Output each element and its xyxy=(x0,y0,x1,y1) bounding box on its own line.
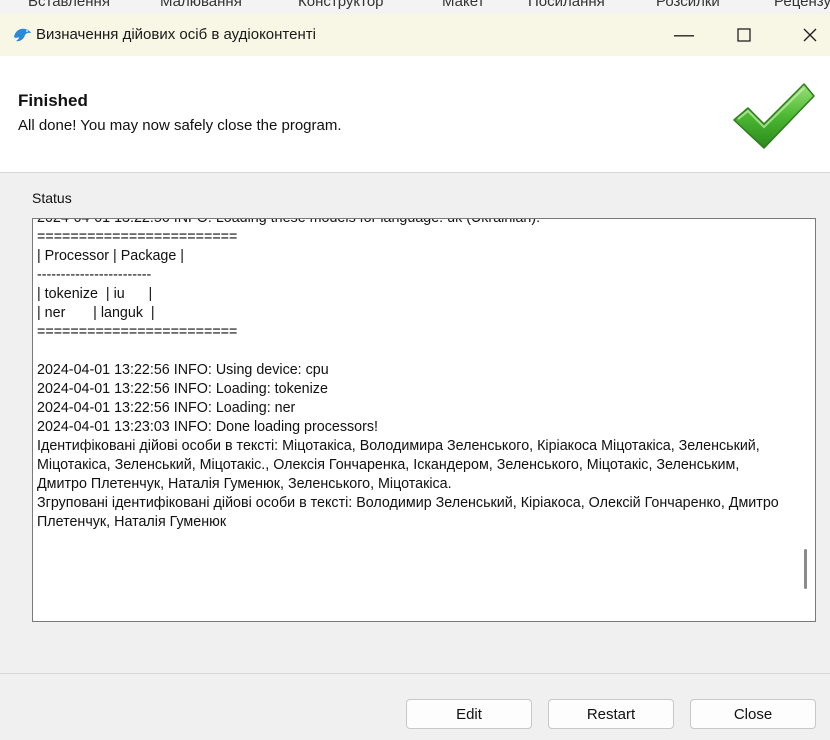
title-bar[interactable]: Визначення дійових осіб в аудіоконтенті … xyxy=(0,14,830,56)
edit-button[interactable]: Edit xyxy=(406,699,532,729)
close-button[interactable]: Close xyxy=(690,699,816,729)
scroll-thumb[interactable] xyxy=(804,549,807,589)
log-scrollbar[interactable] xyxy=(795,219,815,621)
ribbon-tab: Вставлення xyxy=(28,0,110,10)
status-label: Status xyxy=(32,190,72,206)
close-window-button[interactable] xyxy=(778,14,830,56)
minimize-button[interactable]: — xyxy=(652,14,716,56)
maximize-icon xyxy=(737,28,751,42)
green-checkmark-icon xyxy=(733,83,815,149)
header-panel: Finished All done! You may now safely cl… xyxy=(0,56,830,173)
status-log-box[interactable]: 2024-04-01 13:22:56 INFO: Loading these … xyxy=(32,218,816,622)
ribbon-tab: Конструктор xyxy=(298,0,384,10)
maximize-button[interactable] xyxy=(712,14,776,56)
window-title: Визначення дійових осіб в аудіоконтенті xyxy=(36,26,316,43)
ribbon-tab: Посилання xyxy=(528,0,605,10)
blue-bird-icon xyxy=(14,28,31,42)
page-title: Finished xyxy=(18,91,88,110)
footer-divider xyxy=(0,673,830,674)
background-ribbon: Вставлення Малювання Конструктор Макет П… xyxy=(0,0,830,14)
close-icon xyxy=(803,28,817,42)
main-area: Status 2024-04-01 13:22:56 INFO: Loading… xyxy=(0,173,830,740)
restart-button[interactable]: Restart xyxy=(548,699,674,729)
ribbon-tab: Рецензування xyxy=(774,0,830,10)
ribbon-tab: Малювання xyxy=(160,0,242,10)
page-subtitle: All done! You may now safely close the p… xyxy=(18,117,342,134)
ribbon-tab: Макет xyxy=(442,0,485,10)
ribbon-tab: Розсилки xyxy=(656,0,720,10)
status-log-text: 2024-04-01 13:22:56 INFO: Loading these … xyxy=(37,218,779,530)
